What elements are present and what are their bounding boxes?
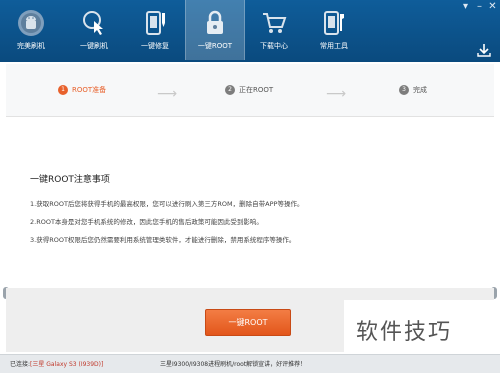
step-number: 1 xyxy=(58,85,68,95)
step-label: 完成 xyxy=(413,86,427,94)
status-bar: 已连接:[三星 Galaxy S3 (I939D)] 三星I9300/I9308… xyxy=(0,354,500,373)
step-number: 3 xyxy=(399,85,409,95)
lock-icon xyxy=(207,10,223,34)
notice-line-2: 2.ROOT本身是对您手机系统的修改，因此您手机的售后政策可能因此受到影响。 xyxy=(30,218,263,226)
notice-line-3: 3.获得ROOT权限后您仍然需要利用系统管理类软件，才能进行删除，禁用系统程序等… xyxy=(30,236,296,244)
nav-item-one-click-repair[interactable]: 一键修复 xyxy=(126,0,184,60)
connection-status: 已连接:[三星 Galaxy S3 (I939D)] xyxy=(10,359,103,368)
step-1: 1 ROOT准备 xyxy=(58,84,106,96)
menu-icon[interactable]: ▾ xyxy=(459,1,472,12)
one-click-root-button[interactable]: 一键ROOT xyxy=(205,309,291,336)
close-icon[interactable]: ✕ xyxy=(486,1,499,12)
step-3: 3 完成 xyxy=(399,84,427,96)
nav-item-perfect-flash[interactable]: 完美刷机 xyxy=(2,0,60,60)
download-icon[interactable] xyxy=(476,42,492,58)
device-name: [三星 Galaxy S3 (I939D)] xyxy=(30,361,104,368)
nav-item-one-click-root[interactable]: 一键ROOT xyxy=(185,0,245,60)
nav-label: 一键ROOT xyxy=(197,42,233,50)
shopping-cart-icon xyxy=(263,13,287,33)
nav-item-one-click-flash[interactable]: 一键刷机 xyxy=(65,0,123,60)
step-label: ROOT准备 xyxy=(72,86,107,94)
nav-label: 一键刷机 xyxy=(80,42,108,50)
step-number: 2 xyxy=(225,85,235,95)
nav-label: 完美刷机 xyxy=(17,42,45,50)
nav-label: 一键修复 xyxy=(141,42,169,50)
nav-item-download-center[interactable]: 下载中心 xyxy=(245,0,303,60)
arrow-right-icon: ⟶ xyxy=(326,86,347,102)
watermark-text: 软件技巧 xyxy=(356,320,453,345)
nav-item-common-tools[interactable]: 常用工具 xyxy=(305,0,363,60)
minimize-icon[interactable]: – xyxy=(473,1,486,12)
touch-flash-icon xyxy=(83,11,103,35)
status-info[interactable]: 三星I9300/I9308进程刷机/root解锁宣讲，好评推荐！ xyxy=(160,359,306,368)
phone-repair-icon xyxy=(146,11,165,35)
title-bar: ▾ – ✕ 完美刷机 一键刷机 一键修复 一键ROOT 下载中心 常用工具 xyxy=(0,0,500,62)
nav-label: 下载中心 xyxy=(260,42,288,50)
arrow-right-icon: ⟶ xyxy=(157,86,178,102)
nav-label: 常用工具 xyxy=(320,42,348,50)
notice-panel: 一键ROOT注意事项 1.获取ROOT后您将获得手机的最高权限，您可以进行刷入第… xyxy=(6,122,494,287)
step-2: 2 正在ROOT xyxy=(225,84,273,96)
android-robot-icon xyxy=(18,10,44,36)
phone-tools-icon xyxy=(324,11,344,35)
step-progress: 1 ROOT准备 2 正在ROOT 3 完成 xyxy=(6,64,494,117)
notice-title: 一键ROOT注意事项 xyxy=(30,175,110,185)
step-label: 正在ROOT xyxy=(239,86,274,94)
connected-label: 已连接: xyxy=(10,361,31,368)
notice-line-1: 1.获取ROOT后您将获得手机的最高权限，您可以进行刷入第三方ROM，删除自带A… xyxy=(30,200,304,208)
